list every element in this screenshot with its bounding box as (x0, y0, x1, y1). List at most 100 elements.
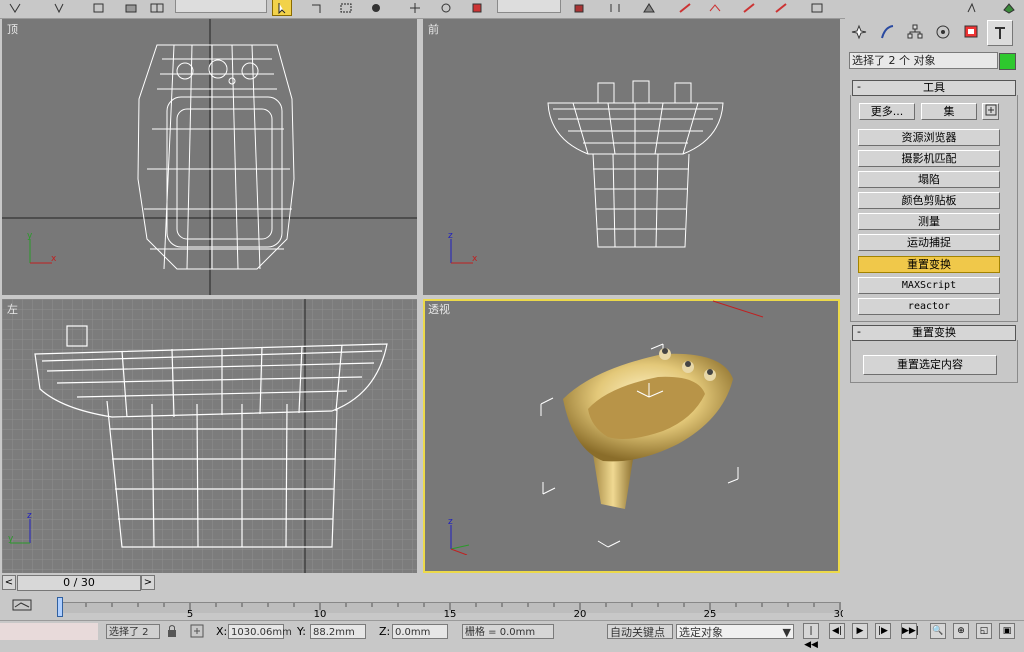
absolute-mode-icon[interactable] (190, 624, 204, 638)
track-bar[interactable]: 5 10 15 20 25 30 (0, 592, 843, 620)
collapse-button[interactable]: 塌陷 (858, 171, 1000, 188)
select-object-icon[interactable] (272, 0, 292, 16)
collapse-icon: - (857, 325, 861, 338)
configure-sets-icon[interactable] (982, 103, 999, 120)
select-and-manipulate-icon[interactable] (307, 0, 325, 15)
motion-capture-button[interactable]: 运动捕捉 (858, 234, 1000, 251)
asset-browser-button[interactable]: 资源浏览器 (858, 129, 1000, 146)
mirror-icon[interactable] (606, 0, 624, 15)
y-coordinate-field[interactable]: 88.2mm (310, 624, 366, 639)
reset-xform-rollout-title: 重置变换 (912, 326, 956, 339)
viewport-top[interactable]: 顶 y x (2, 19, 417, 295)
perspective-scene (540, 300, 764, 548)
time-slider-next-button[interactable]: > (141, 575, 155, 590)
axis-y-label: y (27, 231, 33, 241)
axis-x-label: x (472, 254, 478, 264)
main-toolbar (0, 0, 1024, 19)
z-coordinate-field[interactable]: 0.0mm (392, 624, 448, 639)
curve-editor-icon[interactable] (706, 0, 724, 15)
previous-frame-icon[interactable]: ◀| (829, 623, 845, 639)
axis-z-label: z (27, 511, 32, 521)
command-panel-tabs (845, 20, 1020, 46)
sets-button[interactable]: 集 (921, 103, 977, 120)
utilities-tab-icon[interactable] (987, 20, 1013, 46)
maxscript-listener-mini[interactable] (0, 623, 98, 640)
create-tab-icon[interactable] (847, 20, 871, 44)
material-editor-icon[interactable] (772, 0, 790, 15)
maximize-viewport-icon[interactable]: ▣ (999, 623, 1015, 639)
next-frame-icon[interactable]: |▶ (875, 623, 891, 639)
reset-xform-rollout-header[interactable]: - 重置变换 (852, 325, 1016, 341)
rotate-icon[interactable] (437, 0, 455, 15)
viewport-perspective-label: 透视 (428, 303, 450, 316)
selection-color-swatch[interactable] (999, 53, 1016, 70)
window-crossing-icon[interactable] (367, 0, 385, 15)
viewport-perspective[interactable]: 透视 z (423, 299, 840, 573)
move-icon[interactable] (406, 0, 424, 15)
measure-button[interactable]: 测量 (858, 213, 1000, 230)
zoom-all-icon[interactable]: ⊕ (953, 623, 969, 639)
goto-end-icon[interactable]: ▶▶| (901, 623, 919, 639)
track-tick-label: 25 (704, 609, 717, 620)
time-slider-thumb[interactable]: 0 / 30 (17, 575, 141, 591)
zoom-icon[interactable]: 🔍 (930, 623, 946, 639)
viewport-left[interactable]: 左 z y (2, 299, 417, 573)
track-tick-label: 15 (444, 609, 457, 620)
track-tick-label: 5 (187, 609, 193, 620)
render-last-icon[interactable] (1000, 0, 1018, 15)
track-tick-label: 30 (834, 609, 843, 620)
lock-selection-icon[interactable] (166, 624, 178, 638)
more-button[interactable]: 更多... (859, 103, 915, 120)
time-slider-prev-button[interactable]: < (2, 575, 16, 590)
maxscript-button[interactable]: MAXScript (858, 277, 1000, 294)
display-tab-icon[interactable] (959, 20, 983, 44)
schematic-view-icon[interactable] (740, 0, 758, 15)
front-wireframe (547, 80, 724, 248)
utilities-rollout-header[interactable]: - 工具 (852, 80, 1016, 96)
track-tick-label: 20 (574, 609, 587, 620)
reset-selected-button[interactable]: 重置选定内容 (863, 355, 997, 375)
selection-count: 选择了 2 (106, 624, 160, 639)
viewport-front[interactable]: 前 z x (423, 19, 840, 295)
play-icon[interactable]: ▶ (852, 623, 868, 639)
x-label: X: (216, 625, 228, 638)
layer-manager-icon[interactable] (676, 0, 694, 15)
rectangular-selection-icon[interactable] (337, 0, 355, 15)
color-clipboard-button[interactable]: 颜色剪贴板 (858, 192, 1000, 209)
status-bar: 选择了 2 X: 1030.06mm Y: 88.2mm Z: 0.0mm 栅格… (0, 620, 1024, 650)
reference-coordinate-dropdown[interactable] (497, 0, 561, 13)
selection-filter-dropdown[interactable] (175, 0, 267, 13)
axis-z-label: z (448, 231, 453, 241)
auto-key-button[interactable]: 自动关键点 (607, 624, 673, 639)
reactor-button[interactable]: reactor (858, 298, 1000, 315)
quick-render-icon[interactable] (964, 0, 982, 15)
reset-xform-button[interactable]: 重置变换 (858, 256, 1000, 273)
unlink-icon[interactable] (50, 0, 68, 15)
selection-filter-icon[interactable] (122, 0, 140, 15)
bind-spacewarp-icon[interactable] (90, 0, 108, 15)
axis-x-label: x (51, 254, 57, 264)
x-coordinate-field[interactable]: 1030.06mm (228, 624, 292, 639)
motion-tab-icon[interactable] (931, 20, 955, 44)
goto-start-icon[interactable]: |◀◀ (803, 623, 819, 650)
viewport-left-label: 左 (7, 303, 18, 316)
selected-set-value: 选定对象 (679, 626, 723, 639)
zoom-extents-icon[interactable]: ◱ (976, 623, 992, 639)
select-link-icon[interactable] (6, 0, 24, 15)
render-setup-icon[interactable] (808, 0, 826, 15)
selection-name-field[interactable]: 选择了 2 个 对象 (849, 52, 998, 69)
y-label: Y: (297, 625, 306, 638)
camera-match-button[interactable]: 摄影机匹配 (858, 150, 1000, 167)
align-icon[interactable] (640, 0, 658, 15)
selected-set-dropdown[interactable]: 选定对象 ▼ (676, 624, 794, 639)
scale-icon[interactable] (468, 0, 486, 15)
command-panel: 选择了 2 个 对象 - 工具 更多... 集 资源浏览器 摄影机匹配 塌陷 颜… (845, 18, 1024, 616)
select-by-name-icon[interactable] (148, 0, 166, 15)
left-wireframe (2, 299, 417, 573)
hierarchy-tab-icon[interactable] (903, 20, 927, 44)
pivot-center-icon[interactable] (570, 0, 588, 15)
chevron-down-icon: ▼ (782, 626, 791, 639)
modify-tab-icon[interactable] (875, 20, 899, 44)
current-frame-marker[interactable] (57, 597, 63, 617)
viewport-top-label: 顶 (7, 23, 18, 36)
